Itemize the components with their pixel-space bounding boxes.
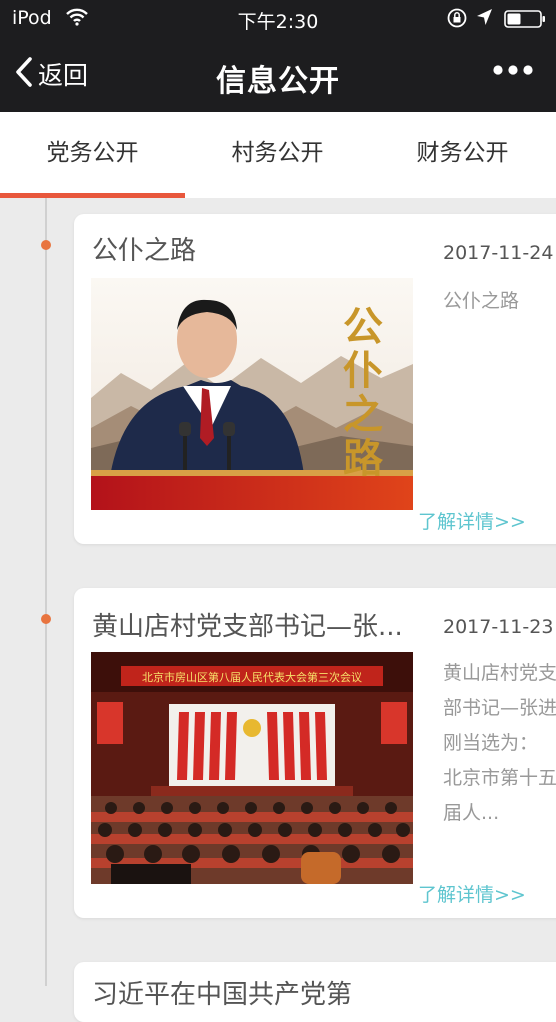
read-more-link[interactable]: 了解详情>> — [418, 507, 526, 534]
read-more-link[interactable]: 了解详情>> — [418, 880, 526, 907]
article-card[interactable]: 黄山店村党支部书记—张... 2017-11-23 黄山店村党支部书记—张进刚当… — [74, 588, 556, 918]
tab-finance[interactable]: 财务公开 — [370, 112, 555, 198]
more-options-button[interactable] — [492, 62, 534, 81]
timeline-dot — [41, 240, 51, 250]
timeline-line — [45, 198, 47, 986]
more-dots-icon — [493, 65, 533, 75]
banner-text: 北京市房山区第八届人民代表大会第三次会议 — [142, 670, 362, 684]
article-card[interactable]: 公仆之路 2017-11-24 公仆之路 公仆之路 了解详情>> — [74, 214, 556, 544]
timeline-dot — [41, 614, 51, 624]
status-bar: iPod 下午2:30 — [0, 0, 556, 36]
article-title[interactable]: 习近平在中国共产党第 — [92, 974, 352, 1011]
article-summary: 公仆之路 — [443, 290, 520, 312]
tab-village-affairs[interactable]: 村务公开 — [185, 112, 370, 198]
location-arrow-icon — [476, 8, 494, 31]
orientation-lock-icon — [446, 7, 468, 34]
page-title: 信息公开 — [216, 64, 340, 99]
article-thumbnail[interactable]: 北京市房山区第八届人民代表大会第三次会议 — [91, 652, 413, 884]
article-title[interactable]: 黄山店村党支部书记—张... — [92, 606, 403, 643]
article-card[interactable]: 习近平在中国共产党第 — [74, 962, 556, 1022]
tab-party-affairs[interactable]: 党务公开 — [0, 112, 185, 198]
article-title[interactable]: 公仆之路 — [92, 230, 196, 267]
tab-bar: 党务公开 村务公开 财务公开 — [0, 112, 556, 198]
status-time: 下午2:30 — [237, 11, 319, 33]
article-summary: 黄山店村党支部书记—张进刚当选为： 北京市第十五届人... — [443, 662, 556, 824]
battery-icon — [504, 10, 546, 33]
image-calligraphy: 公仆之路 — [343, 303, 384, 482]
article-date: 2017-11-24 — [443, 242, 554, 264]
article-thumbnail[interactable]: 公仆之路 — [91, 278, 413, 510]
article-date: 2017-11-23 — [443, 616, 554, 638]
nav-bar: 返回 信息公开 — [0, 36, 556, 112]
